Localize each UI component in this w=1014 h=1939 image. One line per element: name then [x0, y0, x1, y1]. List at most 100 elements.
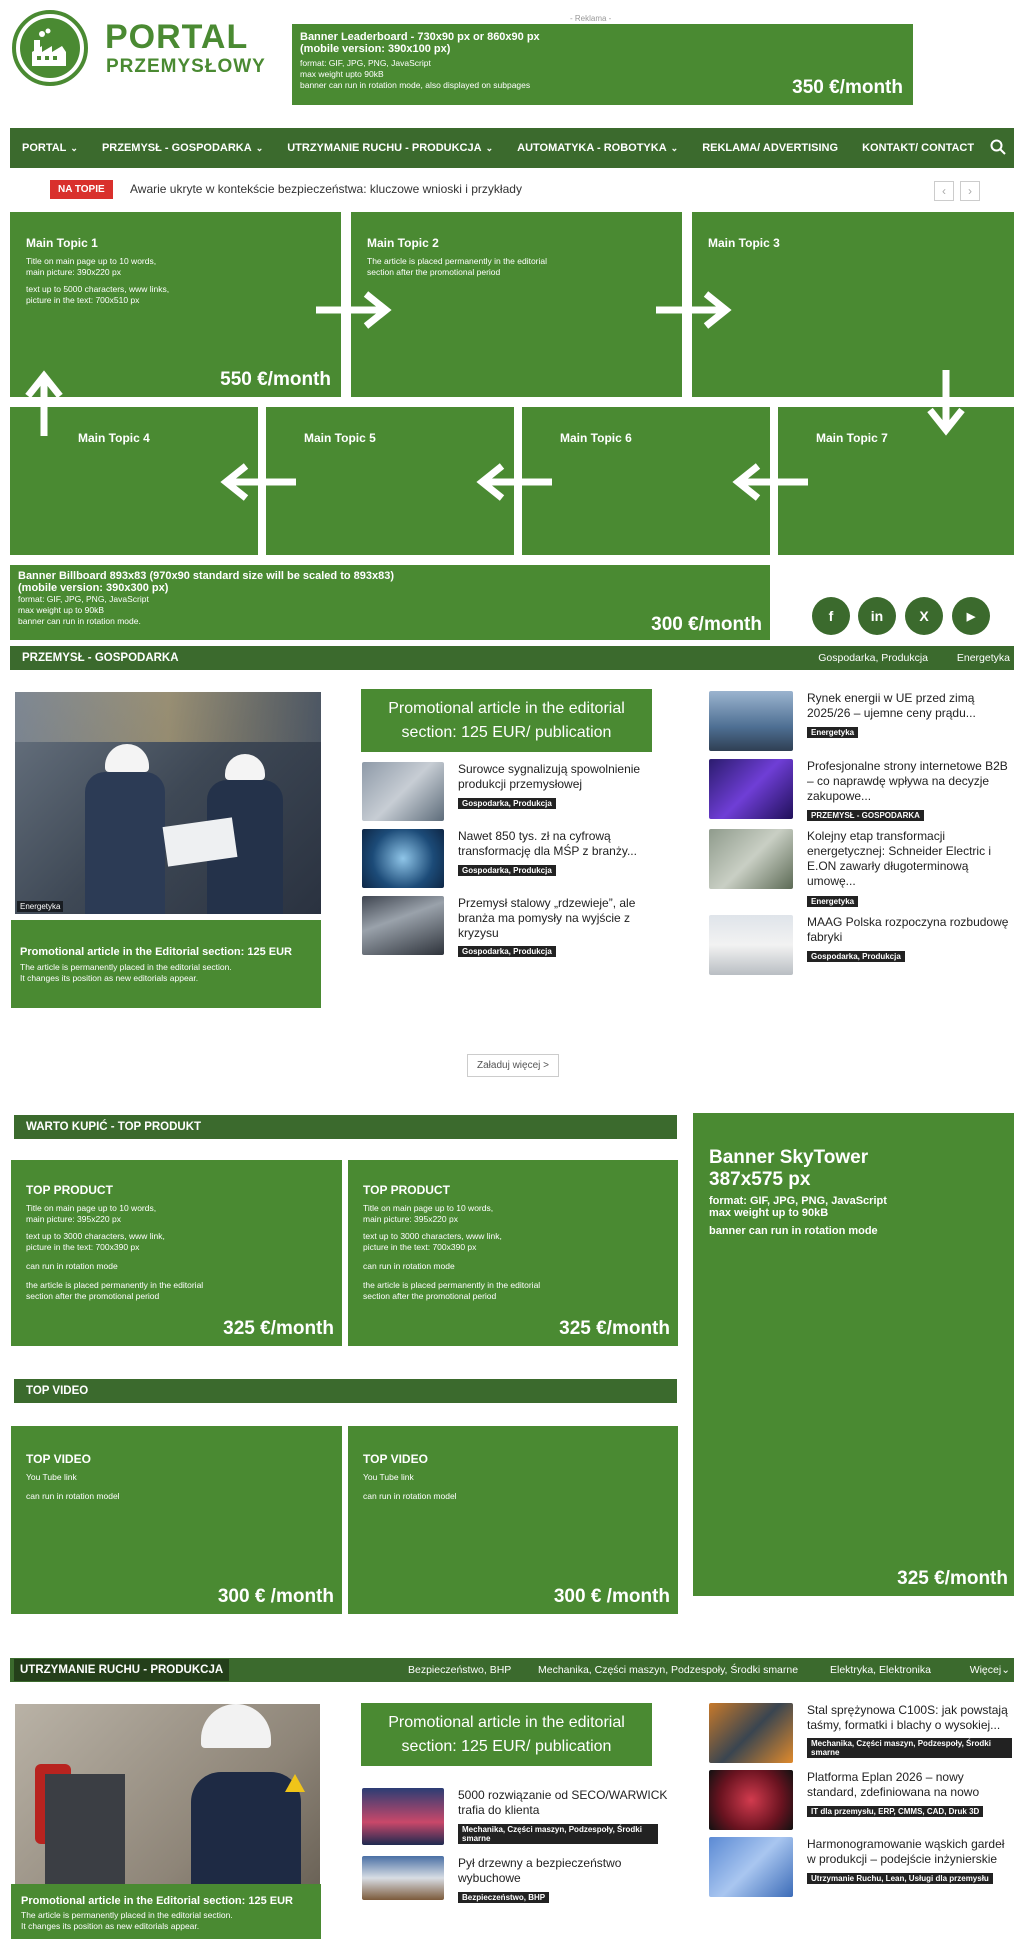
- article-title[interactable]: Profesjonalne strony internetowe B2B – c…: [807, 759, 1014, 804]
- main-topic-1-price: 550 €/month: [220, 369, 331, 390]
- ticker-prev-button[interactable]: ‹: [934, 181, 954, 201]
- article-tag[interactable]: Gospodarka, Produkcja: [807, 951, 905, 962]
- search-icon[interactable]: [990, 139, 1006, 160]
- list-item[interactable]: Pył drzewny a bezpieczeństwo wybuchowe B…: [362, 1856, 672, 1906]
- article-title[interactable]: Przemysł stalowy „rdzewieje”, ale branża…: [458, 896, 658, 941]
- article-tag[interactable]: Energetyka: [807, 727, 859, 738]
- article-thumbnail: [362, 1856, 444, 1900]
- main-topic-2-line1: The article is placed permanently in the…: [367, 256, 548, 266]
- main-topic-7[interactable]: Main Topic 7: [778, 407, 1014, 555]
- ticker-next-button[interactable]: ›: [960, 181, 980, 201]
- top-product-line1: Title on main page up to 10 words,: [363, 1203, 494, 1213]
- nav-item-reklama[interactable]: REKLAMA/ ADVERTISING: [702, 142, 838, 154]
- section-przemysl-link-2[interactable]: Energetyka: [957, 652, 1010, 664]
- list-item[interactable]: Surowce sygnalizują spowolnienie produkc…: [362, 762, 662, 822]
- article-tag[interactable]: Mechanika, Części maszyn, Podzespoły, Śr…: [807, 1738, 1012, 1758]
- main-topic-4-title: Main Topic 4: [78, 431, 150, 445]
- top-product-card-1[interactable]: TOP PRODUCT Title on main page up to 10 …: [11, 1160, 342, 1346]
- top-video-card-2[interactable]: TOP VIDEO You Tube link can run in rotat…: [348, 1426, 678, 1614]
- list-item[interactable]: 5000 rozwiązanie od SECO/WARWICK trafia …: [362, 1788, 672, 1848]
- ticker-text[interactable]: Awarie ukryte w kontekście bezpieczeństw…: [130, 182, 522, 196]
- image-tag: Energetyka: [17, 901, 64, 912]
- article-tag[interactable]: Gospodarka, Produkcja: [458, 865, 556, 876]
- list-item[interactable]: Nawet 850 tys. zł na cyfrową transformac…: [362, 829, 662, 889]
- article-title[interactable]: Pył drzewny a bezpieczeństwo wybuchowe: [458, 1856, 658, 1886]
- article-tag[interactable]: Gospodarka, Produkcja: [458, 798, 556, 809]
- list-item[interactable]: Rynek energii w UE przed zimą 2025/26 – …: [709, 691, 1014, 751]
- article-title[interactable]: Surowce sygnalizują spowolnienie produkc…: [458, 762, 658, 792]
- article-title[interactable]: Platforma Eplan 2026 – nowy standard, zd…: [807, 1770, 1014, 1800]
- skytower-banner[interactable]: Banner SkyTower 387x575 px format: GIF, …: [693, 1113, 1014, 1596]
- article-title[interactable]: 5000 rozwiązanie od SECO/WARWICK trafia …: [458, 1788, 668, 1818]
- section2-promo-left[interactable]: Promotional article in the Editorial sec…: [11, 1884, 321, 1939]
- section-utrzymanie-more[interactable]: Więcej⌄: [970, 1664, 1010, 1676]
- section2-promo-mid[interactable]: Promotional article in the editorial sec…: [361, 1703, 652, 1766]
- nav-item-utrzymanie[interactable]: UTRZYMANIE RUCHU - PRODUKCJA ⌄: [287, 142, 493, 154]
- list-item[interactable]: Kolejny etap transformacji energetycznej…: [709, 829, 1014, 909]
- youtube-icon[interactable]: ▶: [952, 597, 990, 635]
- article-thumbnail: [709, 1703, 793, 1763]
- load-more-button[interactable]: Załaduj więcej >: [467, 1054, 559, 1077]
- article-title[interactable]: Harmonogramowanie wąskich gardeł w produ…: [807, 1837, 1014, 1867]
- section1-promo-left[interactable]: Promotional article in the Editorial sec…: [11, 920, 321, 1008]
- article-title[interactable]: Nawet 850 tys. zł na cyfrową transformac…: [458, 829, 658, 859]
- list-item[interactable]: Platforma Eplan 2026 – nowy standard, zd…: [709, 1770, 1014, 1830]
- article-tag[interactable]: PRZEMYSŁ - GOSPODARKA: [807, 810, 924, 821]
- nav-item-przemysl[interactable]: PRZEMYSŁ - GOSPODARKA ⌄: [102, 142, 263, 154]
- main-topic-2[interactable]: Main Topic 2 The article is placed perma…: [351, 212, 682, 397]
- section-utrzymanie-title[interactable]: UTRZYMANIE RUCHU - PRODUKCJA: [14, 1659, 230, 1681]
- article-title[interactable]: Stal sprężynowa C100S: jak powstają taśm…: [807, 1703, 1014, 1733]
- article-tag[interactable]: Utrzymanie Ruchu, Lean, Usługi dla przem…: [807, 1873, 993, 1884]
- article-tag[interactable]: Bezpieczeństwo, BHP: [458, 1892, 550, 1903]
- list-item[interactable]: Harmonogramowanie wąskich gardeł w produ…: [709, 1837, 1014, 1897]
- section1-promo-mid[interactable]: Promotional article in the editorial sec…: [361, 689, 652, 752]
- arrow-up-icon: [25, 370, 63, 436]
- section1-main-image[interactable]: Energetyka: [15, 692, 321, 914]
- arrow-right-icon: [316, 291, 392, 329]
- article-title[interactable]: MAAG Polska rozpoczyna rozbudowę fabryki: [807, 915, 1014, 945]
- main-topic-3-title: Main Topic 3: [708, 236, 780, 250]
- leaderboard-title: Banner Leaderboard - 730x90 px or 860x90…: [300, 31, 540, 43]
- top-product-card-2[interactable]: TOP PRODUCT Title on main page up to 10 …: [348, 1160, 678, 1346]
- linkedin-icon[interactable]: in: [858, 597, 896, 635]
- section-utrzymanie-link-3[interactable]: Elektryka, Elektronika: [830, 1664, 931, 1676]
- article-title[interactable]: Rynek energii w UE przed zimą 2025/26 – …: [807, 691, 1014, 721]
- billboard-price: 300 €/month: [651, 614, 762, 635]
- list-item[interactable]: Przemysł stalowy „rdzewieje”, ale branża…: [362, 896, 662, 957]
- main-nav: PORTAL ⌄ PRZEMYSŁ - GOSPODARKA ⌄ UTRZYMANI…: [10, 128, 1014, 168]
- list-item[interactable]: Stal sprężynowa C100S: jak powstają taśm…: [709, 1703, 1014, 1763]
- top-video-line2: can run in rotation model: [363, 1491, 457, 1501]
- billboard-banner[interactable]: Banner Billboard 893x83 (970x90 standard…: [10, 565, 770, 640]
- top-video-card-1[interactable]: TOP VIDEO You Tube link can run in rotat…: [11, 1426, 342, 1614]
- nav-item-portal[interactable]: PORTAL ⌄: [22, 142, 78, 154]
- nav-item-kontakt[interactable]: KONTAKT/ CONTACT: [862, 142, 974, 154]
- top-video-title: TOP VIDEO: [26, 1452, 91, 1466]
- top-product-price: 325 €/month: [223, 1318, 334, 1339]
- article-tag[interactable]: Energetyka: [807, 896, 859, 907]
- article-tag[interactable]: Gospodarka, Produkcja: [458, 946, 556, 957]
- top-video-line1: You Tube link: [363, 1472, 414, 1482]
- skytower-price: 325 €/month: [897, 1568, 1008, 1589]
- section-przemysl-bar: PRZEMYSŁ - GOSPODARKA Gospodarka, Produk…: [10, 646, 1014, 670]
- section-utrzymanie-link-1[interactable]: Bezpieczeństwo, BHP: [408, 1664, 511, 1676]
- list-item[interactable]: Profesjonalne strony internetowe B2B – c…: [709, 759, 1014, 823]
- x-twitter-icon[interactable]: X: [905, 597, 943, 635]
- leaderboard-banner[interactable]: Banner Leaderboard - 730x90 px or 860x90…: [292, 24, 913, 105]
- list-item[interactable]: MAAG Polska rozpoczyna rozbudowę fabryki…: [709, 915, 1014, 975]
- top-product-line7: section after the promotional period: [363, 1291, 497, 1301]
- facebook-icon[interactable]: f: [812, 597, 850, 635]
- site-logo[interactable]: PORTAL PRZEMYSŁOWY: [12, 10, 265, 90]
- main-topic-1-title: Main Topic 1: [26, 236, 98, 250]
- article-tag[interactable]: Mechanika, Części maszyn, Podzespoły, Śr…: [458, 1824, 658, 1844]
- section-utrzymanie-link-2[interactable]: Mechanika, Części maszyn, Podzespoły, Śr…: [538, 1664, 798, 1676]
- top-product-line4: picture in the text: 700x390 px: [363, 1242, 477, 1252]
- leaderboard-line1: format: GIF, JPG, PNG, JavaScript: [300, 58, 431, 68]
- section-przemysl-link-1[interactable]: Gospodarka, Produkcja: [818, 652, 928, 664]
- section-buy-title[interactable]: WARTO KUPIĆ - TOP PRODUKT: [14, 1115, 677, 1139]
- article-title[interactable]: Kolejny etap transformacji energetycznej…: [807, 829, 1014, 889]
- article-thumbnail: [709, 915, 793, 975]
- nav-item-automatyka[interactable]: AUTOMATYKA - ROBOTYKA ⌄: [517, 142, 678, 154]
- section-video-title[interactable]: TOP VIDEO: [14, 1379, 677, 1403]
- article-tag[interactable]: IT dla przemysłu, ERP, CMMS, CAD, Druk 3…: [807, 1806, 984, 1817]
- section-przemysl-title[interactable]: PRZEMYSŁ - GOSPODARKA: [22, 652, 179, 664]
